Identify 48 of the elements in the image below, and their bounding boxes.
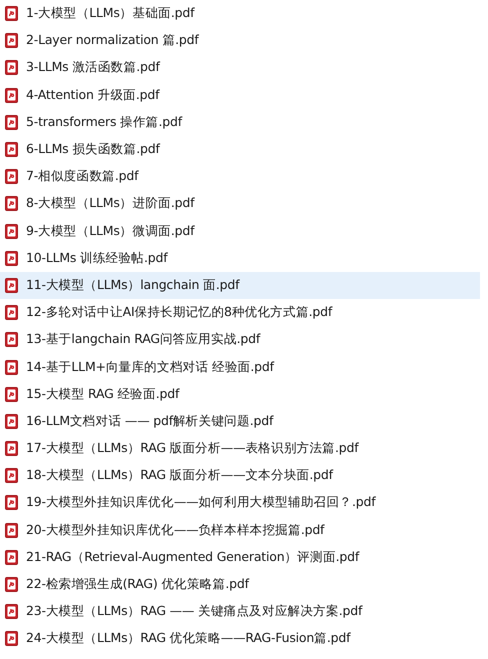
pdf-file-icon (5, 522, 18, 538)
pdf-file-icon (5, 468, 18, 484)
pdf-file-icon (5, 196, 18, 212)
file-item[interactable]: 2-Layer normalization 篇.pdf (0, 27, 480, 54)
file-item[interactable]: 6-LLMs 损失函数篇.pdf (0, 136, 480, 164)
pdf-file-icon (5, 305, 18, 320)
pdf-file-icon (5, 33, 18, 48)
file-item[interactable]: 18-大模型（LLMs）RAG 版面分析——文本分块面.pdf (0, 462, 480, 490)
file-item[interactable]: 9-大模型（LLMs）微调面.pdf (0, 218, 480, 245)
file-item[interactable]: 21-RAG（Retrieval-Augmented Generation）评测面.pdf (0, 544, 480, 571)
file-item[interactable]: 10-LLMs 训练经验帖.pdf (0, 244, 480, 272)
pdf-file-icon (5, 60, 18, 76)
pdf-file-icon (5, 250, 18, 266)
file-item[interactable]: 5-transformers 操作篇.pdf (0, 108, 480, 136)
pdf-file-icon (5, 114, 18, 130)
pdf-file-icon (5, 577, 18, 592)
pdf-file-icon (5, 604, 18, 620)
pdf-file-icon (5, 414, 18, 429)
pdf-file-icon (5, 88, 18, 103)
file-item[interactable]: 13-基于langchain RAG问答应用实战.pdf (0, 326, 480, 354)
file-item[interactable]: 12-多轮对话中让AI保持长期记忆的8种优化方式篇.pdf (0, 299, 480, 326)
file-item[interactable]: 20-大模型外挂知识库优化——负样本样本挖掘篇.pdf (0, 516, 480, 544)
pdf-file-icon (5, 441, 18, 456)
pdf-file-icon (5, 631, 18, 646)
file-item[interactable]: 15-大模型 RAG 经验面.pdf (0, 380, 480, 408)
file-item[interactable]: 3-LLMs 激活函数篇.pdf (0, 54, 480, 82)
file-item[interactable]: 8-大模型（LLMs）进阶面.pdf (0, 190, 480, 218)
file-item[interactable]: 16-LLM文档对话 —— pdf解析关键问题.pdf (0, 408, 480, 435)
file-item[interactable]: 7-相似度函数篇.pdf (0, 163, 480, 190)
file-item[interactable]: 19-大模型外挂知识库优化——如何利用大模型辅助召回？.pdf (0, 489, 480, 517)
file-item[interactable]: 14-基于LLM+向量库的文档对话 经验面.pdf (0, 353, 480, 381)
pdf-file-icon (5, 169, 18, 184)
file-item[interactable]: 4-Attention 升级面.pdf (0, 82, 480, 109)
pdf-file-icon (5, 495, 18, 510)
pdf-file-icon (5, 224, 18, 239)
pdf-file-icon (5, 386, 18, 402)
file-item[interactable]: 1-大模型（LLMs）基础面.pdf (0, 0, 480, 28)
file-item[interactable]: 24-大模型（LLMs）RAG 优化策略——RAG-Fusion篇.pdf (0, 625, 480, 652)
pdf-file-icon (5, 142, 18, 158)
pdf-file-icon (5, 550, 18, 565)
pdf-file-icon (5, 6, 18, 22)
pdf-file-icon (5, 360, 18, 375)
file-item[interactable]: 11-大模型（LLMs）langchain 面.pdf (0, 272, 480, 300)
pdf-file-icon (5, 332, 18, 348)
file-item[interactable]: 17-大模型（LLMs）RAG 版面分析——表格识别方法篇.pdf (0, 435, 480, 462)
file-item[interactable]: 23-大模型（LLMs）RAG —— 关键痛点及对应解决方案.pdf (0, 598, 480, 626)
pdf-file-icon (5, 278, 18, 293)
file-item[interactable]: 22-检索增强生成(RAG) 优化策略篇.pdf (0, 570, 480, 598)
